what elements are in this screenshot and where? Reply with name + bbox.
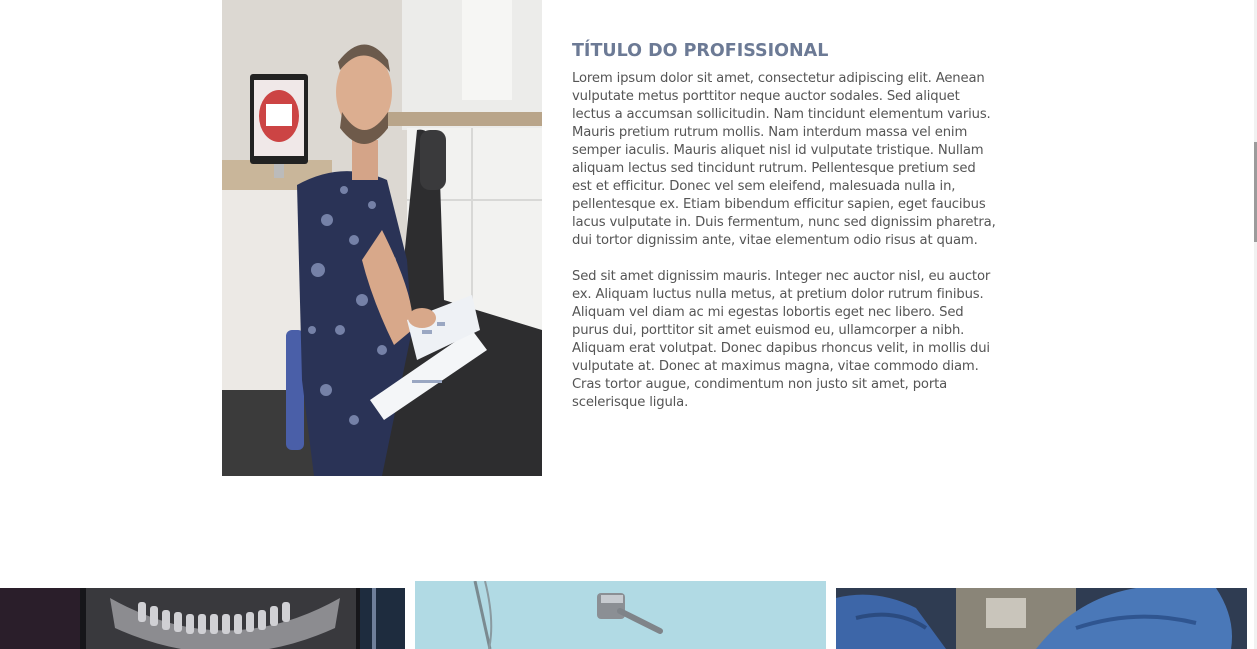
profile-title: TÍTULO DO PROFISSIONAL bbox=[572, 41, 829, 61]
gallery-image-xray bbox=[0, 588, 405, 649]
profile-text: TÍTULO DO PROFISSIONAL Lorem ipsum dolor… bbox=[572, 40, 997, 430]
gallery-image-tools bbox=[415, 581, 826, 649]
page: TÍTULO DO PROFISSIONAL Lorem ipsum dolor… bbox=[0, 0, 1257, 649]
gallery-image-surgeons bbox=[836, 588, 1247, 649]
profile-paragraph-1: Lorem ipsum dolor sit amet, consectetur … bbox=[572, 71, 996, 248]
profile-paragraph-2: Sed sit amet dignissim mauris. Integer n… bbox=[572, 269, 991, 410]
professional-photo bbox=[222, 0, 542, 476]
